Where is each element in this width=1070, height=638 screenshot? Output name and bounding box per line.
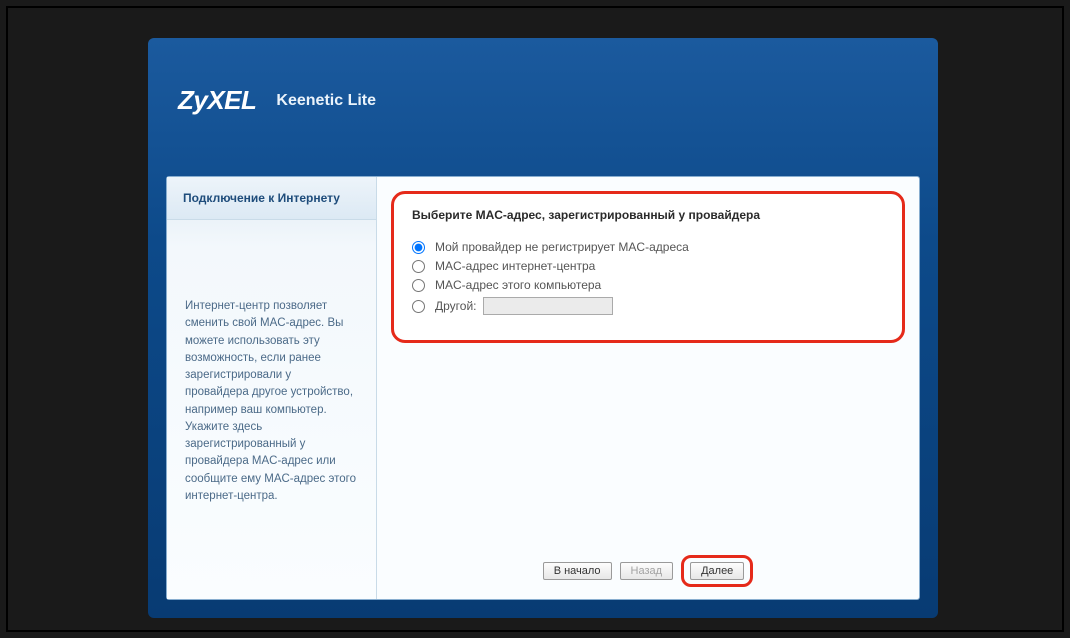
radio-other-input[interactable] <box>412 300 425 313</box>
logo: ZyXEL <box>178 85 256 116</box>
radio-no-register-input[interactable] <box>412 241 425 254</box>
radio-router-mac-input[interactable] <box>412 260 425 273</box>
radio-pc-mac-input[interactable] <box>412 279 425 292</box>
back-button[interactable]: Назад <box>620 562 674 580</box>
wizard-footer: В начало Назад Далее <box>377 555 919 587</box>
mac-selection-highlight: Выберите MAC-адрес, зарегистрированный у… <box>391 191 905 343</box>
router-admin-window: ZyXEL Keenetic Lite Подключение к Интерн… <box>148 38 938 618</box>
header: ZyXEL Keenetic Lite <box>148 38 938 133</box>
product-name: Keenetic Lite <box>276 92 376 110</box>
start-button[interactable]: В начало <box>543 562 612 580</box>
radio-pc-mac[interactable]: MAC-адрес этого компьютера <box>412 278 884 292</box>
other-mac-input[interactable] <box>483 297 613 315</box>
wizard-panel: Подключение к Интернету Интернет-центр п… <box>166 176 920 600</box>
radio-other-label: Другой: <box>435 299 477 313</box>
next-button-highlight: Далее <box>681 555 753 587</box>
radio-no-register[interactable]: Мой провайдер не регистрирует MAC-адреса <box>412 240 884 254</box>
tab-internet-connection[interactable]: Подключение к Интернету <box>167 177 376 220</box>
sidebar: Подключение к Интернету Интернет-центр п… <box>167 177 377 599</box>
help-text: Интернет-центр позволяет сменить свой MA… <box>167 220 376 523</box>
screenshot-frame: ZyXEL Keenetic Lite Подключение к Интерн… <box>6 6 1064 632</box>
next-button[interactable]: Далее <box>690 562 744 580</box>
radio-router-mac[interactable]: MAC-адрес интернет-центра <box>412 259 884 273</box>
radio-other[interactable]: Другой: <box>412 297 884 315</box>
radio-no-register-label: Мой провайдер не регистрирует MAC-адреса <box>435 240 689 254</box>
content-area: Выберите MAC-адрес, зарегистрированный у… <box>377 177 919 599</box>
radio-router-mac-label: MAC-адрес интернет-центра <box>435 259 595 273</box>
form-title: Выберите MAC-адрес, зарегистрированный у… <box>412 208 884 222</box>
radio-pc-mac-label: MAC-адрес этого компьютера <box>435 278 601 292</box>
